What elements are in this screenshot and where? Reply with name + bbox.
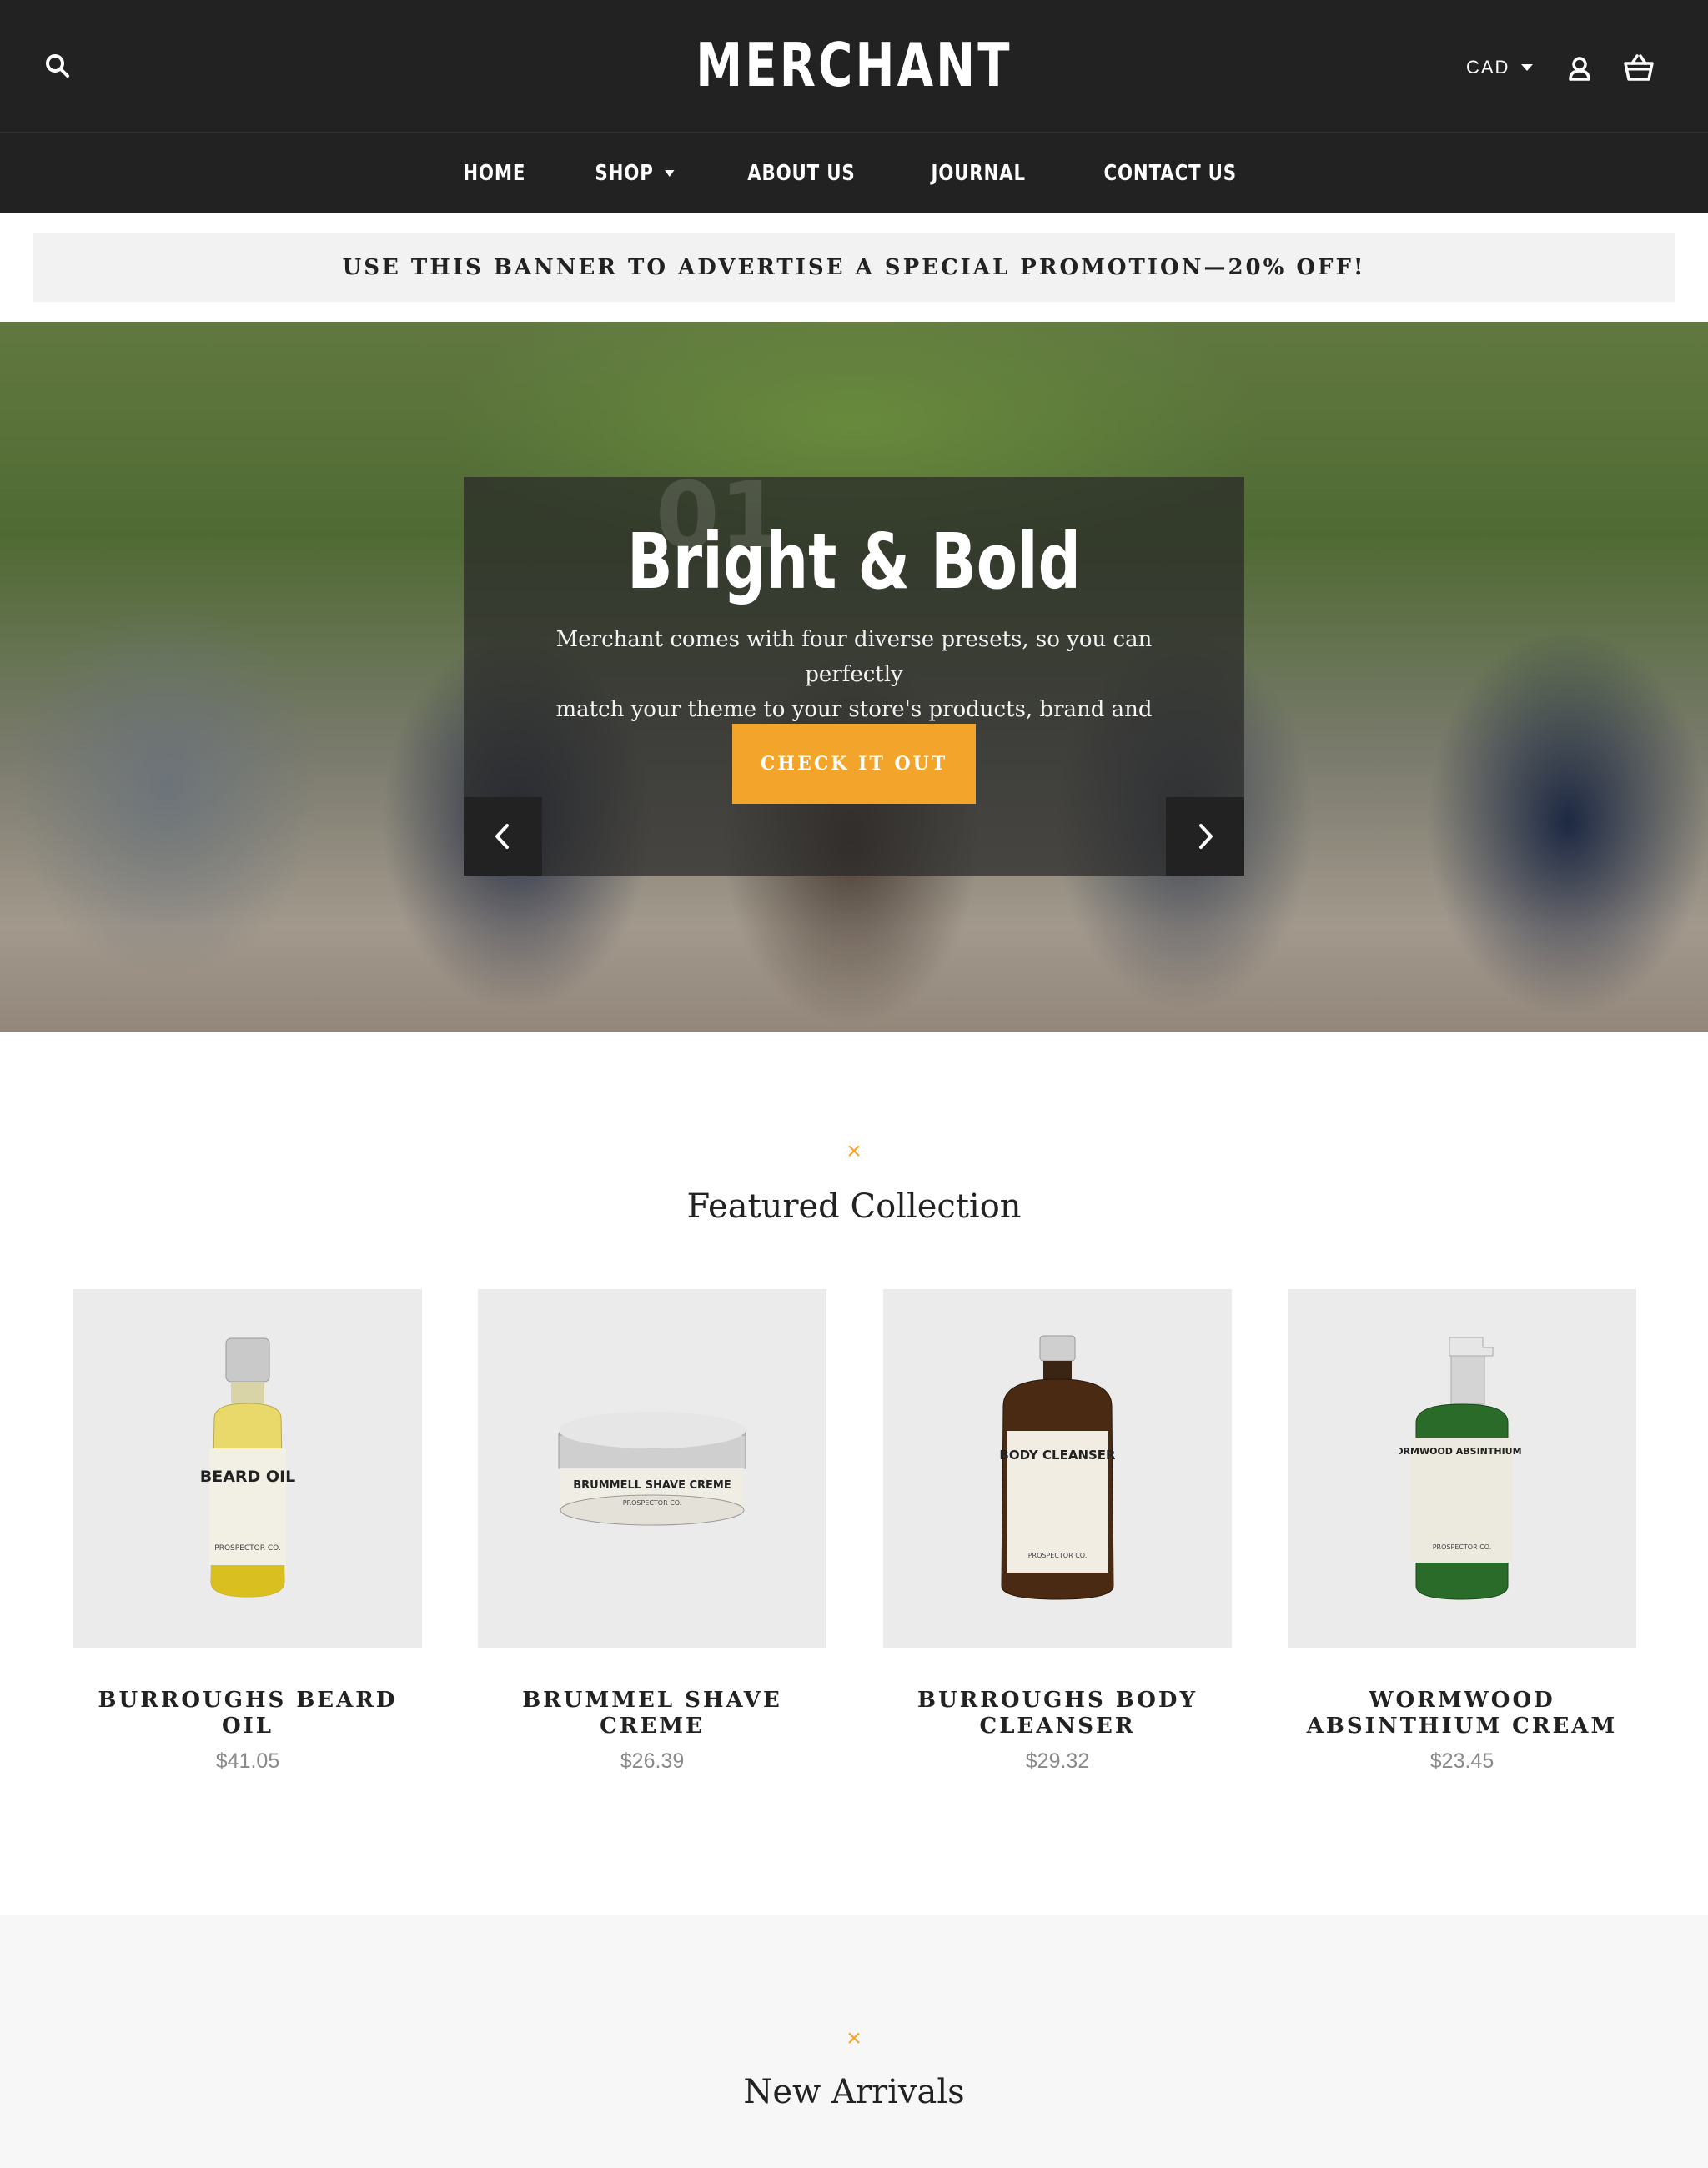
product-card[interactable]: WORMWOOD ABSINTHIUM CR PROSPECTOR CO. WO…: [1288, 1289, 1636, 1774]
promo-text: USE THIS BANNER TO ADVERTISE A SPECIAL P…: [342, 255, 1366, 280]
main-navigation: HOME SHOP ABOUT US JOURNAL CONTACT US: [0, 133, 1708, 213]
product-label-text: BRUMMELL SHAVE CREME: [573, 1479, 731, 1492]
product-price: $23.45: [1429, 1749, 1494, 1773]
product-price: $26.39: [620, 1749, 685, 1773]
hero-content-panel: 01 Bright & Bold Merchant comes with fou…: [464, 462, 1244, 876]
product-image[interactable]: BEARD OIL PROSPECTOR CO.: [73, 1289, 422, 1648]
product-brand-text: PROSPECTOR CO.: [214, 1544, 280, 1553]
nav-item-journal[interactable]: JOURNAL: [931, 161, 1025, 186]
caret-down-icon: [1521, 64, 1534, 71]
search-icon: [46, 54, 69, 78]
slide-prev-button[interactable]: [464, 797, 542, 876]
section-divider-icon: ×: [846, 1137, 862, 1165]
chevron-right-icon: [1199, 824, 1213, 849]
featured-collection-title: Featured Collection: [686, 1187, 1022, 1226]
promo-banner[interactable]: USE THIS BANNER TO ADVERTISE A SPECIAL P…: [33, 233, 1675, 302]
product-price: $41.05: [215, 1749, 280, 1773]
product-title[interactable]: BURROUGHS BODY CLEANSER: [883, 1688, 1232, 1739]
product-title[interactable]: BRUMMEL SHAVE CREME: [478, 1688, 826, 1739]
nav-label: CONTACT US: [1103, 160, 1238, 186]
product-title[interactable]: WORMWOOD ABSINTHIUM CREAM: [1288, 1688, 1636, 1739]
shave-creme-tin-image: BRUMMELL SHAVE CREME PROSPECTOR CO.: [558, 1412, 746, 1526]
currency-label: CAD: [1466, 57, 1510, 78]
product-image[interactable]: WORMWOOD ABSINTHIUM CR PROSPECTOR CO.: [1288, 1289, 1636, 1648]
absinthium-cream-bottle-image: WORMWOOD ABSINTHIUM CR PROSPECTOR CO.: [1399, 1337, 1525, 1600]
nav-label: HOME: [463, 160, 526, 186]
hero-description-line: Merchant comes with four diverse presets…: [555, 627, 1153, 687]
site-logo[interactable]: MERCHANT: [188, 27, 1520, 103]
cart-button[interactable]: [1623, 53, 1656, 85]
nav-item-contact-us[interactable]: CONTACT US: [1104, 161, 1237, 186]
hero-title: Bright & Bold: [627, 517, 1081, 606]
account-button[interactable]: [1566, 55, 1595, 83]
product-title[interactable]: BURROUGHS BEARD OIL: [73, 1688, 422, 1739]
nav-item-home[interactable]: HOME: [463, 161, 525, 186]
body-cleanser-bottle-image: BODY CLEANSER PROSPECTOR CO.: [999, 1335, 1116, 1600]
search-button[interactable]: [43, 52, 77, 85]
hero-cta-button[interactable]: CHECK IT OUT: [732, 724, 976, 804]
product-label-text: BODY CLEANSER: [999, 1448, 1116, 1463]
product-label-text: WORMWOOD ABSINTHIUM CR: [1399, 1446, 1525, 1457]
product-image[interactable]: BRUMMELL SHAVE CREME PROSPECTOR CO.: [478, 1289, 826, 1648]
product-price: $29.32: [1025, 1749, 1090, 1773]
nav-label: SHOP: [595, 160, 654, 186]
product-card[interactable]: BEARD OIL PROSPECTOR CO. BURROUGHS BEARD…: [73, 1289, 422, 1774]
new-arrivals-title: New Arrivals: [743, 2073, 965, 2111]
basket-icon: [1624, 54, 1654, 81]
section-divider-icon: ×: [846, 2025, 862, 2052]
chevron-left-icon: [495, 824, 509, 849]
nav-item-shop[interactable]: SHOP: [595, 161, 674, 186]
product-label-text: BEARD OIL: [200, 1468, 296, 1486]
slide-next-button[interactable]: [1166, 797, 1244, 876]
currency-selector[interactable]: CAD: [1466, 57, 1534, 78]
hero-slideshow: 01 Bright & Bold Merchant comes with fou…: [0, 322, 1708, 1032]
site-header: MERCHANT CAD: [0, 0, 1708, 133]
product-brand-text: PROSPECTOR CO.: [1028, 1552, 1088, 1559]
new-arrivals-section: × New Arrivals: [0, 1915, 1708, 2168]
user-icon: [1569, 57, 1590, 81]
caret-down-icon: [664, 169, 674, 177]
product-card[interactable]: BRUMMELL SHAVE CREME PROSPECTOR CO. BRUM…: [478, 1289, 826, 1774]
product-image[interactable]: BODY CLEANSER PROSPECTOR CO.: [883, 1289, 1232, 1648]
beard-oil-bottle-image: BEARD OIL PROSPECTOR CO.: [200, 1337, 296, 1598]
nav-label: ABOUT US: [747, 160, 856, 186]
product-brand-text: PROSPECTOR CO.: [1433, 1543, 1492, 1551]
product-card[interactable]: BODY CLEANSER PROSPECTOR CO. BURROUGHS B…: [883, 1289, 1232, 1774]
nav-label: JOURNAL: [931, 160, 1026, 186]
product-brand-text: PROSPECTOR CO.: [623, 1499, 682, 1507]
nav-list: HOME SHOP ABOUT US JOURNAL CONTACT US: [0, 133, 1708, 213]
nav-item-about-us[interactable]: ABOUT US: [747, 161, 855, 186]
